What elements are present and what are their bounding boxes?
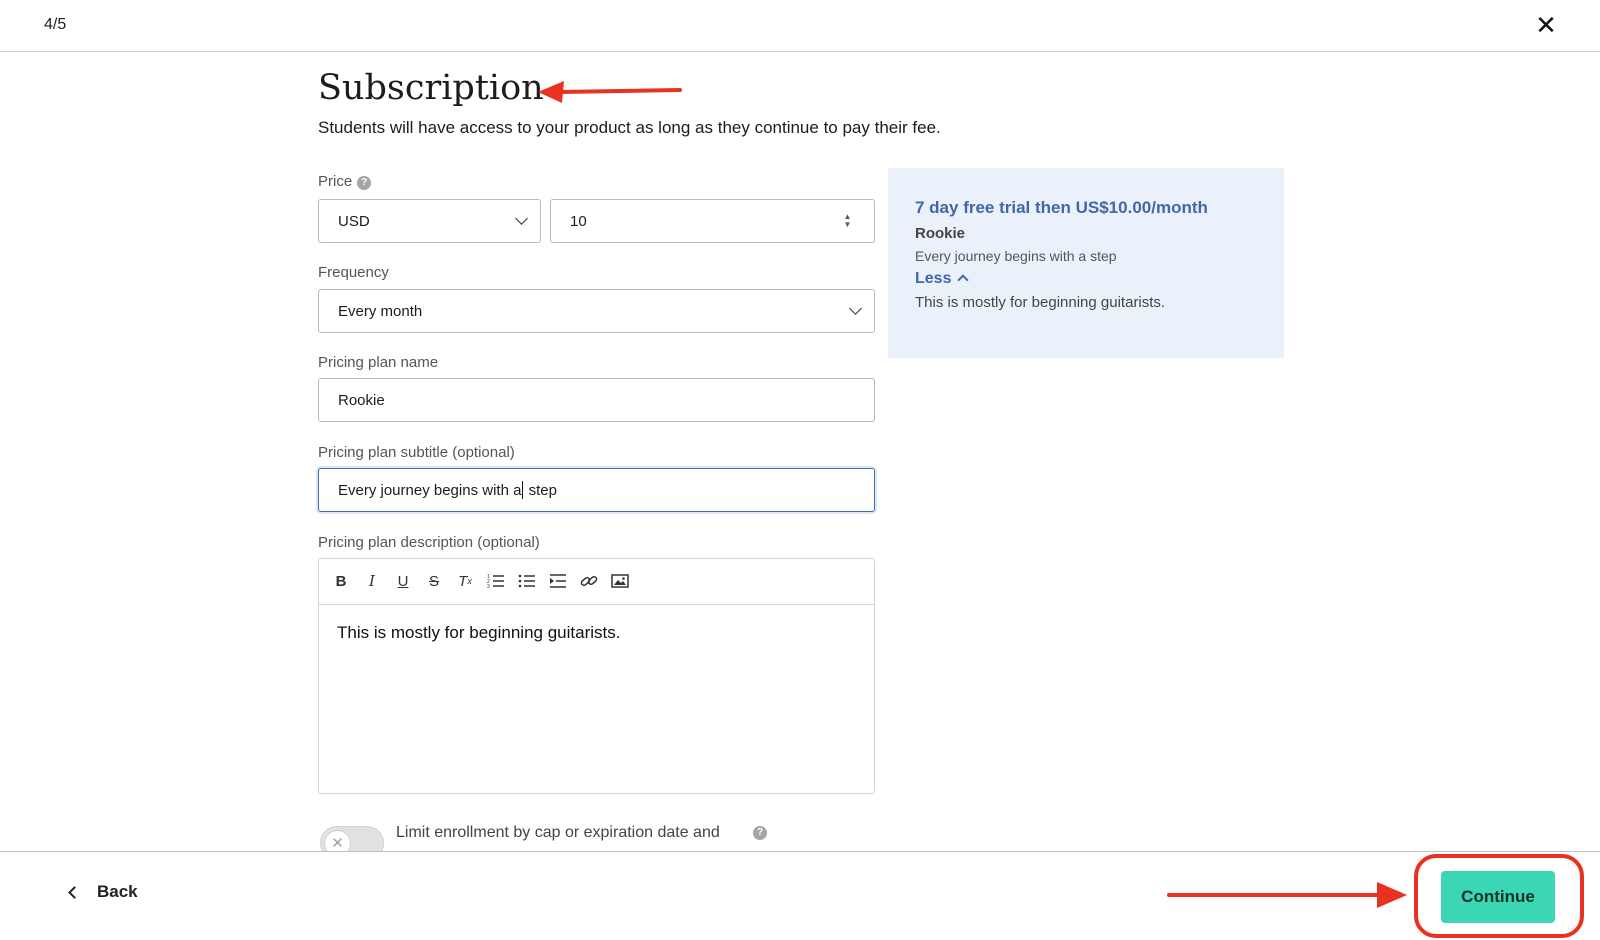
plan-name-label: Pricing plan name	[318, 354, 439, 371]
preview-less-label: Less	[915, 270, 952, 287]
back-button[interactable]: Back	[68, 882, 138, 902]
stepper-icon[interactable]: ▲ ▼	[843, 213, 852, 229]
currency-select[interactable]: USD	[318, 199, 541, 243]
plan-subtitle-label: Pricing plan subtitle (optional)	[318, 444, 515, 461]
continue-label: Continue	[1461, 887, 1535, 906]
preview-plan-name: Rookie	[915, 225, 966, 242]
link-icon[interactable]	[577, 569, 601, 593]
footer-bar: Back Continue	[0, 851, 1600, 940]
bullet-list-icon[interactable]	[515, 569, 539, 593]
price-label: Price?	[318, 173, 372, 190]
preview-description: This is mostly for beginning guitarists.	[915, 294, 1166, 311]
plan-name-value: Rookie	[338, 391, 385, 409]
chevron-down-icon	[515, 212, 528, 225]
top-bar: 4/5 ✕	[0, 0, 1600, 52]
editor-content[interactable]: This is mostly for beginning guitarists.	[337, 623, 620, 643]
help-icon[interactable]: ?	[357, 176, 372, 190]
plan-name-input[interactable]: Rookie	[318, 378, 875, 422]
continue-button[interactable]: Continue	[1441, 871, 1555, 923]
preview-plan-subtitle: Every journey begins with a step	[915, 248, 1117, 264]
plan-description-label: Pricing plan description (optional)	[318, 534, 540, 551]
chevron-down-icon	[849, 302, 862, 315]
close-icon[interactable]: ✕	[1532, 12, 1560, 40]
bold-icon[interactable]: B	[329, 569, 353, 593]
step-indicator: 4/5	[44, 16, 67, 33]
svg-text:3: 3	[487, 584, 490, 589]
annotation-arrow-title	[538, 81, 682, 103]
page-title: Subscription	[318, 68, 544, 108]
clear-format-icon[interactable]: Tx	[453, 569, 477, 593]
plan-preview-card: 7 day free trial then US$10.00/month Roo…	[888, 168, 1284, 358]
plan-subtitle-value-end: step	[524, 481, 557, 499]
text-caret	[522, 481, 524, 499]
indent-icon[interactable]	[546, 569, 570, 593]
help-icon[interactable]: ?	[753, 826, 767, 840]
editor-toolbar: B I U S Tx 123	[319, 559, 874, 605]
price-amount-input[interactable]: 10 ▲ ▼	[550, 199, 875, 243]
currency-value: USD	[338, 212, 370, 230]
chevron-left-icon	[68, 885, 81, 899]
frequency-select[interactable]: Every month	[318, 289, 875, 333]
underline-icon[interactable]: U	[391, 569, 415, 593]
chevron-up-icon	[957, 274, 970, 286]
frequency-label: Frequency	[318, 264, 389, 281]
frequency-value: Every month	[338, 302, 423, 320]
image-icon[interactable]	[608, 569, 632, 593]
page-description: Students will have access to your produc…	[318, 118, 941, 137]
limit-enrollment-label: Limit enrollment by cap or expiration da…	[396, 824, 720, 841]
italic-icon[interactable]: I	[360, 569, 384, 593]
strikethrough-icon[interactable]: S	[422, 569, 446, 593]
price-amount-value: 10	[570, 212, 587, 230]
plan-subtitle-value-start: Every journey begins with a	[338, 481, 522, 499]
rich-text-editor[interactable]: B I U S Tx 123 This is mostly for beginn…	[318, 558, 875, 794]
back-label: Back	[97, 882, 138, 901]
ordered-list-icon[interactable]: 123	[484, 569, 508, 593]
price-label-text: Price	[318, 173, 353, 190]
preview-headline: 7 day free trial then US$10.00/month	[915, 198, 1208, 217]
preview-less-toggle[interactable]: Less	[915, 270, 970, 288]
plan-subtitle-input[interactable]: Every journey begins with a step	[318, 468, 875, 512]
